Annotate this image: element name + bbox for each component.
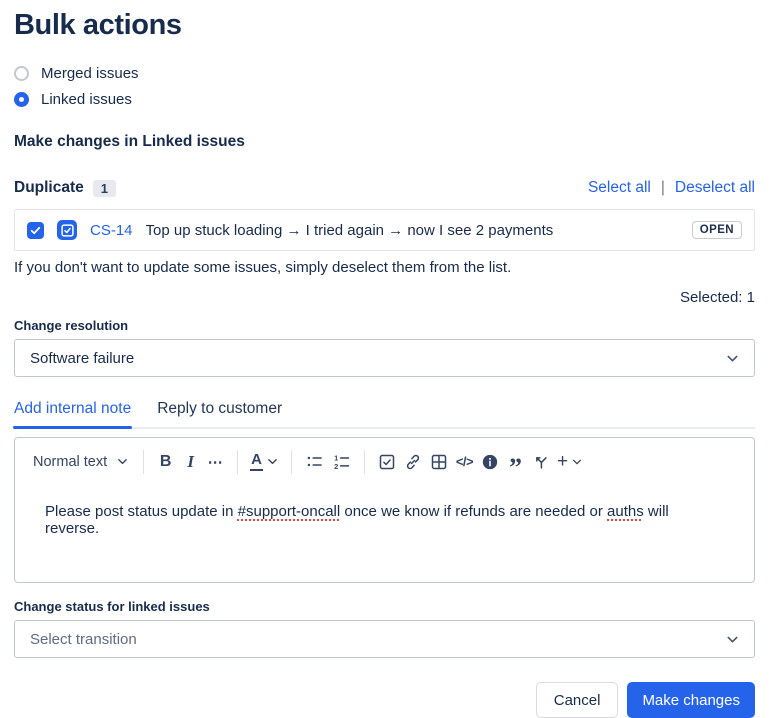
rich-text-editor[interactable]: Normal text B I ⋯ A 12 bbox=[14, 437, 755, 583]
chevron-down-icon bbox=[571, 456, 583, 468]
resolution-value: Software failure bbox=[30, 350, 134, 367]
radio-merged-issues[interactable]: Merged issues bbox=[14, 65, 755, 82]
transition-label: Change status for linked issues bbox=[14, 599, 755, 614]
text-style-label: Normal text bbox=[33, 454, 107, 470]
bullet-list-icon bbox=[304, 451, 325, 472]
count-badge: 1 bbox=[93, 180, 116, 197]
insert-more-dropdown[interactable]: + bbox=[554, 448, 586, 475]
editor-toolbar: Normal text B I ⋯ A 12 bbox=[15, 438, 754, 477]
section-heading: Make changes in Linked issues bbox=[14, 133, 755, 151]
decision-icon bbox=[531, 452, 551, 472]
issue-scope-radio-group: Merged issues Linked issues bbox=[14, 65, 755, 108]
numbered-list-button[interactable]: 12 bbox=[328, 448, 355, 475]
table-button[interactable] bbox=[426, 448, 452, 475]
code-icon: </> bbox=[456, 454, 473, 469]
page-title: Bulk actions bbox=[14, 9, 755, 42]
bulk-actions-page: Bulk actions Merged issues Linked issues… bbox=[0, 0, 769, 718]
make-changes-button[interactable]: Make changes bbox=[627, 682, 755, 718]
check-icon bbox=[29, 224, 42, 237]
group-label: Duplicate bbox=[14, 179, 84, 197]
chevron-down-icon bbox=[725, 351, 740, 366]
cancel-button[interactable]: Cancel bbox=[536, 682, 619, 718]
tab-reply-to-customer[interactable]: Reply to customer bbox=[157, 400, 282, 418]
radio-merged-issues-label: Merged issues bbox=[41, 65, 139, 82]
issue-key-link[interactable]: CS-14 bbox=[90, 222, 133, 239]
issue-type-task-icon bbox=[57, 220, 77, 240]
radio-linked-issues-label: Linked issues bbox=[41, 91, 132, 108]
text-style-dropdown[interactable]: Normal text bbox=[28, 448, 134, 475]
bold-button[interactable]: B bbox=[153, 448, 178, 475]
radio-unselected-icon bbox=[14, 66, 29, 81]
toolbar-divider bbox=[364, 450, 365, 474]
svg-text:2: 2 bbox=[334, 462, 338, 471]
italic-button[interactable]: I bbox=[178, 448, 203, 475]
footer-actions: Cancel Make changes bbox=[14, 682, 755, 718]
task-list-icon bbox=[377, 452, 397, 472]
tab-add-internal-note[interactable]: Add internal note bbox=[14, 400, 131, 418]
misspelled-word: auths bbox=[607, 503, 644, 520]
link-icon bbox=[403, 452, 423, 472]
chevron-down-icon bbox=[266, 455, 279, 468]
radio-selected-icon bbox=[14, 92, 29, 107]
deselect-all-link[interactable]: Deselect all bbox=[675, 179, 755, 197]
selection-links: Select all | Deselect all bbox=[588, 179, 755, 197]
issue-row[interactable]: CS-14 Top up stuck loading → I tried aga… bbox=[14, 209, 755, 251]
numbered-list-icon: 12 bbox=[331, 451, 352, 472]
text-color-button[interactable]: A bbox=[247, 448, 282, 475]
toolbar-divider bbox=[291, 450, 292, 474]
transition-placeholder: Select transition bbox=[30, 631, 137, 648]
toolbar-divider bbox=[237, 450, 238, 474]
quote-button[interactable]: ” bbox=[503, 448, 528, 475]
italic-icon: I bbox=[187, 452, 194, 472]
list-header: Duplicate 1 Select all | Deselect all bbox=[14, 179, 755, 197]
plus-icon: + bbox=[557, 452, 568, 471]
more-formatting-button[interactable]: ⋯ bbox=[203, 448, 228, 475]
bullet-list-button[interactable] bbox=[301, 448, 328, 475]
link-separator: | bbox=[661, 179, 665, 197]
resolution-select[interactable]: Software failure bbox=[14, 339, 755, 377]
misspelled-word: #support-oncall bbox=[238, 503, 341, 520]
row-checkbox-checked[interactable] bbox=[27, 222, 44, 239]
bold-icon: B bbox=[160, 453, 172, 471]
resolution-label: Change resolution bbox=[14, 318, 755, 333]
more-icon: ⋯ bbox=[208, 453, 224, 471]
table-icon bbox=[429, 452, 449, 472]
text-color-icon: A bbox=[250, 452, 263, 472]
info-icon bbox=[480, 452, 500, 472]
link-button[interactable] bbox=[400, 448, 426, 475]
chevron-down-icon bbox=[725, 632, 740, 647]
editor-content[interactable]: Please post status update in #support-on… bbox=[15, 477, 754, 537]
toolbar-divider bbox=[143, 450, 144, 474]
note-tabs: Add internal note Reply to customer bbox=[14, 400, 755, 429]
group-label-wrap: Duplicate 1 bbox=[14, 179, 116, 197]
deselect-hint: If you don't want to update some issues,… bbox=[14, 259, 755, 276]
selected-count: Selected: 1 bbox=[14, 289, 755, 306]
issue-summary: Top up stuck loading → I tried again → n… bbox=[146, 222, 554, 239]
info-panel-button[interactable] bbox=[477, 448, 503, 475]
decision-button[interactable] bbox=[528, 448, 554, 475]
radio-linked-issues[interactable]: Linked issues bbox=[14, 91, 755, 108]
task-list-button[interactable] bbox=[374, 448, 400, 475]
transition-select[interactable]: Select transition bbox=[14, 620, 755, 658]
code-snippet-button[interactable]: </> bbox=[452, 448, 477, 475]
select-all-link[interactable]: Select all bbox=[588, 179, 651, 197]
status-badge: OPEN bbox=[692, 221, 742, 239]
chevron-down-icon bbox=[116, 455, 129, 468]
note-paragraph: Please post status update in #support-on… bbox=[45, 503, 724, 537]
